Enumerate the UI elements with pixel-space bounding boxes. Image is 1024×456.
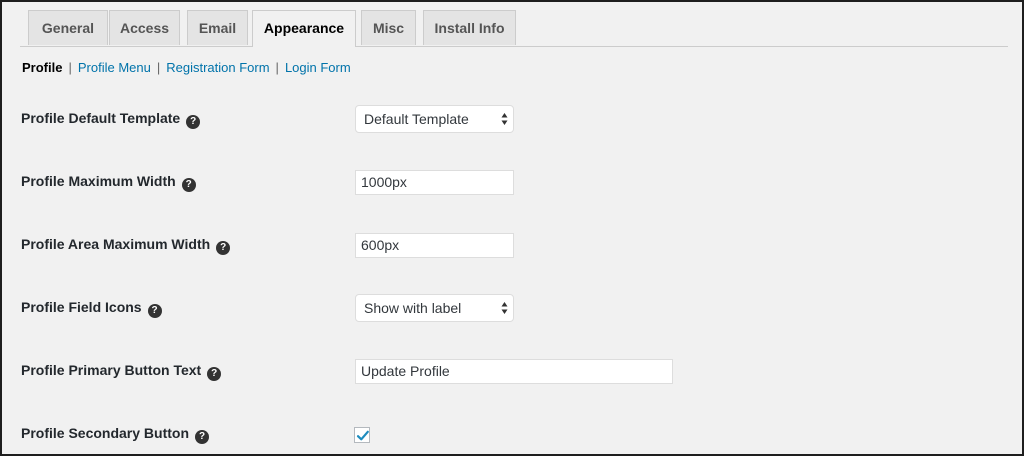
checkmark-icon	[356, 430, 369, 441]
subnav-current-profile: Profile	[22, 60, 63, 75]
profile-default-template-label: Profile Default Template?	[21, 109, 201, 129]
profile-field-icons-select[interactable]: Show with label	[355, 294, 514, 322]
question-circle-icon[interactable]: ?	[195, 430, 210, 444]
tab-appearance[interactable]: Appearance	[252, 10, 356, 47]
profile-area-maximum-width-label: Profile Area Maximum Width?	[21, 235, 231, 255]
profile-primary-button-text-input[interactable]: Update Profile	[355, 359, 673, 384]
select-value: Default Template	[364, 111, 469, 127]
profile-maximum-width-input[interactable]: 1000px	[355, 170, 514, 195]
setting-label-text: Profile Area Maximum Width	[21, 236, 211, 252]
setting-label-text: Profile Field Icons	[21, 299, 142, 315]
input-value: 600px	[361, 237, 400, 253]
subnav-link-registration-form[interactable]: Registration Form	[166, 60, 269, 75]
profile-primary-button-text-label: Profile Primary Button Text?	[21, 361, 222, 381]
subnav-link-login-form[interactable]: Login Form	[285, 60, 351, 75]
tab-install-info[interactable]: Install Info	[423, 10, 516, 45]
settings-window: General Access Email Appearance Misc Ins…	[0, 0, 1024, 456]
profile-secondary-button-label: Profile Secondary Button?	[21, 424, 210, 444]
input-value: Update Profile	[361, 363, 450, 379]
question-circle-icon[interactable]: ?	[186, 115, 201, 129]
profile-field-icons-label: Profile Field Icons?	[21, 298, 162, 318]
profile-default-template-select[interactable]: Default Template	[355, 105, 514, 133]
tab-misc[interactable]: Misc	[361, 10, 416, 45]
up-down-arrows-icon	[501, 302, 508, 314]
setting-label-text: Profile Maximum Width	[21, 173, 176, 189]
settings-tabs: General Access Email Appearance Misc Ins…	[20, 10, 1008, 47]
question-circle-icon[interactable]: ?	[181, 178, 196, 192]
subnav-separator: |	[156, 60, 161, 75]
tab-access[interactable]: Access	[109, 10, 180, 45]
up-down-arrows-icon	[501, 113, 508, 125]
subnav-separator: |	[275, 60, 279, 75]
profile-secondary-button-checkbox[interactable]	[354, 427, 370, 443]
input-value: 1000px	[361, 174, 407, 190]
question-circle-icon[interactable]: ?	[147, 304, 162, 318]
setting-label-text: Profile Default Template	[21, 110, 181, 126]
tab-general[interactable]: General	[28, 10, 108, 45]
select-value: Show with label	[364, 300, 462, 316]
profile-maximum-width-label: Profile Maximum Width?	[21, 172, 196, 192]
question-circle-icon[interactable]: ?	[216, 241, 231, 255]
profile-area-maximum-width-input[interactable]: 600px	[355, 233, 514, 258]
question-circle-icon[interactable]: ?	[207, 367, 222, 381]
subnav: Profile | Profile Menu | Registration Form | L…	[22, 60, 351, 76]
tab-email[interactable]: Email	[187, 10, 248, 45]
subnav-link-profile-menu[interactable]: Profile Menu	[78, 60, 151, 75]
setting-label-text: Profile Secondary Button	[21, 425, 190, 441]
subnav-separator: |	[68, 60, 72, 75]
setting-label-text: Profile Primary Button Text	[21, 362, 202, 378]
